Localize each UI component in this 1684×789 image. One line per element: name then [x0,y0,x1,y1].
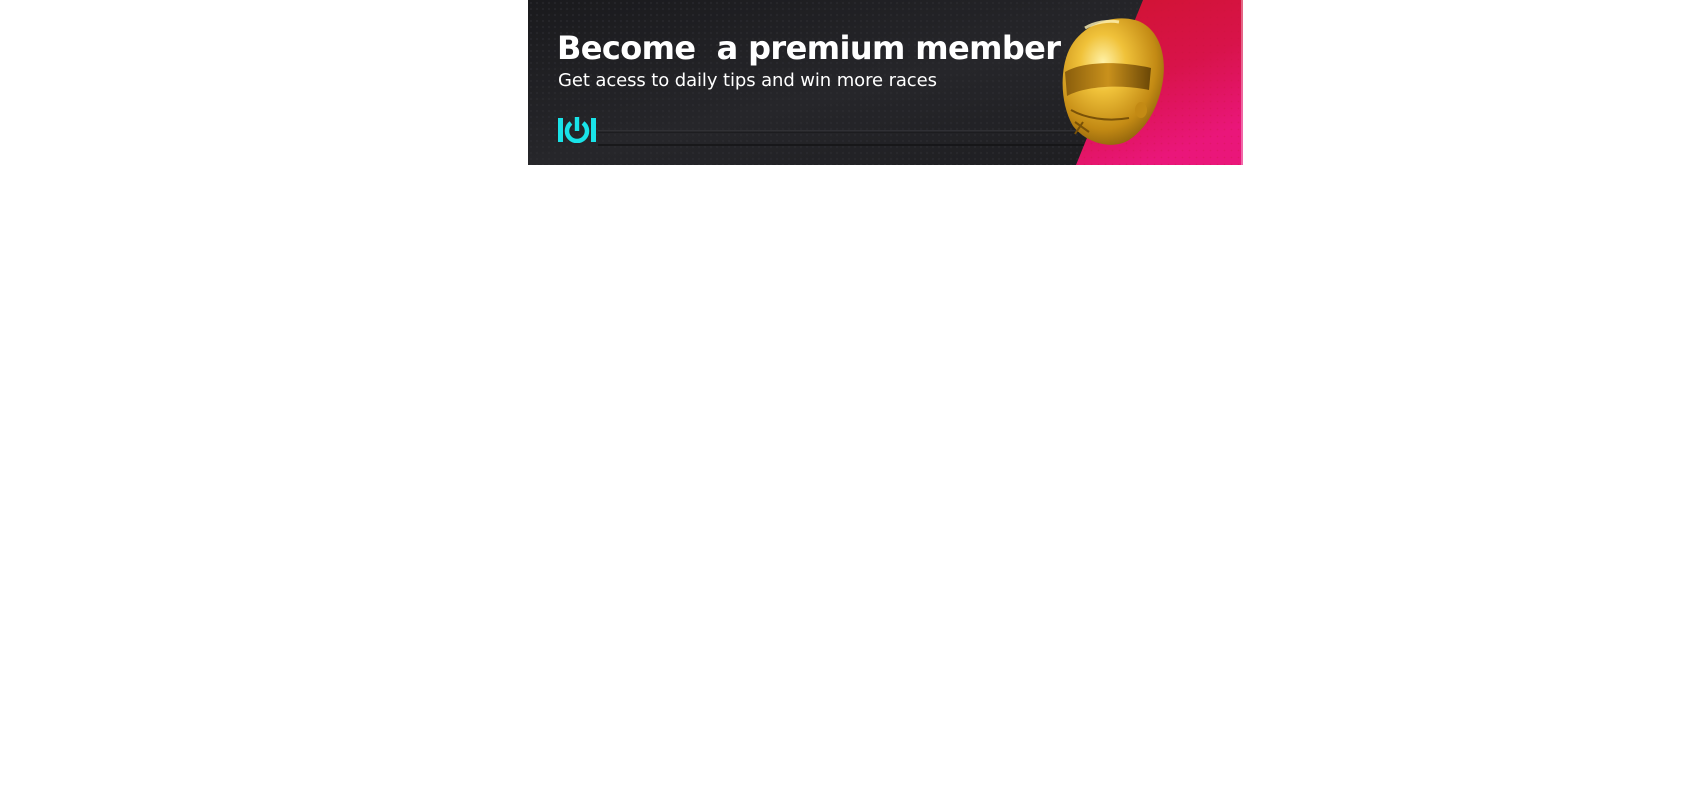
racing-helmet-icon [1062,18,1164,145]
power-logo-icon [558,117,596,143]
page: Become a premium member Get acess to dai… [0,0,1684,789]
banner-headline: Become a premium member [557,29,1061,67]
banner-subline: Get acess to daily tips and win more rac… [558,70,937,91]
premium-member-banner[interactable]: Become a premium member Get acess to dai… [528,0,1243,165]
